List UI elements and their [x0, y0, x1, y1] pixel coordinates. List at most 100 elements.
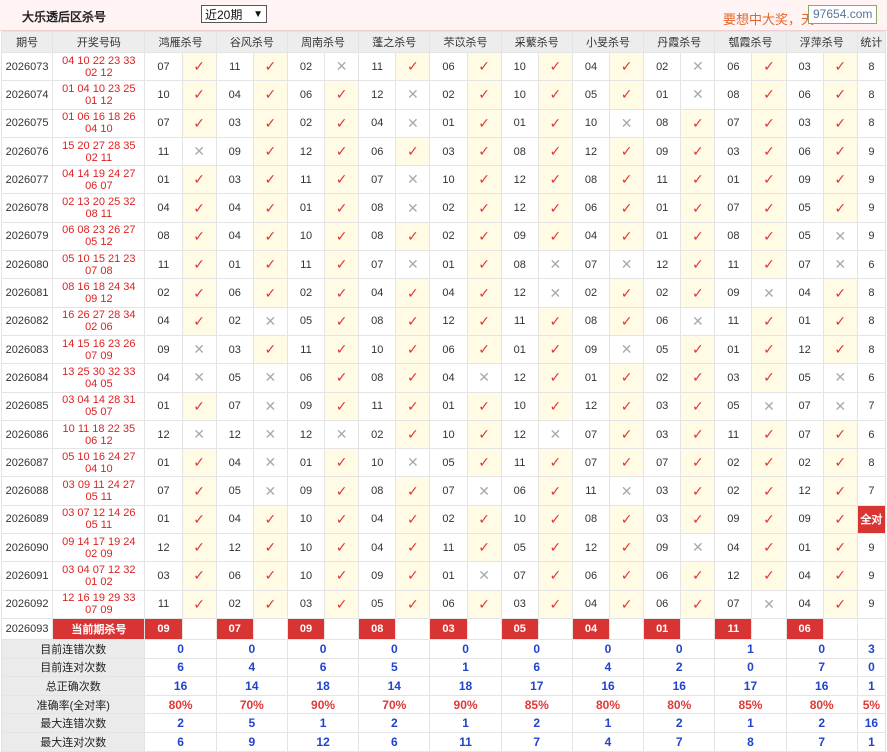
check-icon: ✓ [822, 136, 858, 167]
current-label: 当前期杀号 [52, 617, 146, 640]
kill-number: 10 [571, 108, 611, 138]
draw-back: 05 11 [85, 491, 113, 504]
kill-number: 06 [215, 278, 254, 308]
kill-number: 08 [643, 108, 682, 138]
column-header: 鸿雁杀号 [144, 31, 217, 53]
table-row: 2026077 04 14 19 24 27 06 07 01 ✓ 03 ✓ 11 ✓ 07 ✕ 10… [0, 165, 887, 195]
kill-number: 06 [643, 306, 682, 336]
kill-number: 11 [358, 51, 397, 82]
current-kill-blank [466, 617, 502, 640]
draw-numbers: 01 04 10 23 25 01 12 [52, 80, 146, 110]
current-kill-number: 09 [144, 617, 183, 640]
kill-number: 04 [785, 589, 824, 619]
kill-number: 12 [500, 193, 539, 223]
kill-number: 05 [500, 533, 539, 563]
check-icon: ✓ [324, 504, 360, 535]
column-header: 统计 [856, 31, 887, 53]
kill-number: 04 [785, 278, 824, 308]
kill-table: 期号 开奖号码 鸿雁杀号 谷风杀号 周南杀号 蓬之杀号 芣苡杀号 采蘩杀号 小旻杀号 丹霞杀号 瓠霞… [0, 31, 887, 752]
period-cell: 2026088 [0, 476, 54, 506]
kill-number: 10 [286, 561, 326, 591]
kill-number: 10 [500, 80, 539, 110]
kill-number: 11 [286, 165, 326, 195]
stats-value: 9 [215, 731, 288, 752]
check-icon: ✓ [751, 221, 787, 252]
kill-number: 08 [500, 136, 539, 167]
check-icon: ✓ [181, 278, 217, 308]
kill-number: 06 [358, 136, 397, 167]
check-icon: ✓ [395, 391, 431, 421]
kill-number: 02 [429, 221, 468, 252]
stats-value: 16 [643, 676, 716, 696]
current-kill-number: 03 [429, 617, 468, 640]
draw-back: 02 09 [85, 547, 113, 560]
kill-number: 08 [571, 306, 611, 336]
check-icon: ✓ [181, 165, 217, 195]
draw-back: 02 12 [85, 66, 113, 79]
site-logo[interactable]: 97654.com [808, 5, 878, 24]
row-stat: 9 [856, 589, 887, 619]
check-icon: ✓ [252, 221, 288, 252]
kill-number: 09 [286, 391, 326, 421]
check-icon: ✓ [252, 589, 288, 619]
kill-number: 10 [286, 504, 326, 535]
table-row: 2026089 03 07 12 14 26 05 11 01 ✓ 04 ✓ 10 ✓ 04 ✓ 02… [0, 504, 887, 535]
cross-icon: ✕ [324, 419, 360, 450]
draw-back: 07 08 [85, 264, 113, 277]
check-icon: ✓ [324, 80, 360, 110]
stats-value: 80% [643, 694, 716, 715]
period-cell: 2026084 [0, 363, 54, 393]
draw-numbers: 09 14 17 19 24 02 09 [52, 533, 146, 563]
kill-number: 06 [429, 334, 468, 365]
row-stat: 6 [856, 250, 887, 280]
table-row: 2026091 03 04 07 12 32 01 02 03 ✓ 06 ✓ 10 ✓ 09 ✓ 01… [0, 561, 887, 591]
kill-number: 12 [500, 419, 539, 450]
current-kill-blank [181, 617, 217, 640]
kill-number: 02 [643, 51, 682, 82]
stats-value: 7 [785, 731, 858, 752]
period-cell: 2026087 [0, 448, 54, 478]
kill-number: 03 [215, 165, 254, 195]
kill-number: 09 [500, 221, 539, 252]
stats-value: 17 [500, 676, 573, 696]
draw-front: 01 06 16 18 26 [62, 111, 136, 124]
check-icon: ✓ [609, 504, 645, 535]
cross-icon: ✕ [181, 334, 217, 365]
kill-number: 09 [643, 136, 682, 167]
kill-number: 08 [500, 250, 539, 280]
kill-number: 12 [358, 80, 397, 110]
kill-number: 01 [429, 391, 468, 421]
period-cell: 2026077 [0, 165, 54, 195]
check-icon: ✓ [395, 278, 431, 308]
check-icon: ✓ [609, 51, 645, 82]
kill-number: 03 [429, 136, 468, 167]
check-icon: ✓ [537, 136, 573, 167]
check-icon: ✓ [324, 221, 360, 252]
stats-value: 90% [429, 694, 502, 715]
check-icon: ✓ [181, 250, 217, 280]
stats-value: 85% [714, 694, 787, 715]
stats-value: 6 [286, 657, 360, 678]
check-icon: ✓ [181, 561, 217, 591]
kill-number: 02 [286, 278, 326, 308]
period-select[interactable]: 近20期 ▼ [201, 5, 267, 23]
stats-value: 1 [714, 638, 787, 659]
row-stat: 8 [856, 448, 887, 478]
table-row: 2026087 05 10 16 24 27 04 10 01 ✓ 04 ✕ 01 ✓ 10 ✕ 05… [0, 448, 887, 478]
check-icon: ✓ [395, 136, 431, 167]
cross-icon: ✕ [395, 108, 431, 138]
draw-numbers: 03 04 07 12 32 01 02 [52, 561, 146, 591]
kill-number: 07 [571, 448, 611, 478]
kill-number: 05 [785, 193, 824, 223]
kill-number: 08 [358, 363, 397, 393]
stats-value: 5 [215, 713, 288, 733]
row-stat: 8 [856, 108, 887, 138]
cross-icon: ✕ [252, 476, 288, 506]
cross-icon: ✕ [822, 363, 858, 393]
stats-label: 总正确次数 [0, 676, 146, 696]
check-icon: ✓ [324, 108, 360, 138]
draw-numbers: 01 06 16 18 26 04 10 [52, 108, 146, 138]
check-icon: ✓ [324, 476, 360, 506]
kill-number: 04 [358, 533, 397, 563]
kill-number: 01 [785, 533, 824, 563]
